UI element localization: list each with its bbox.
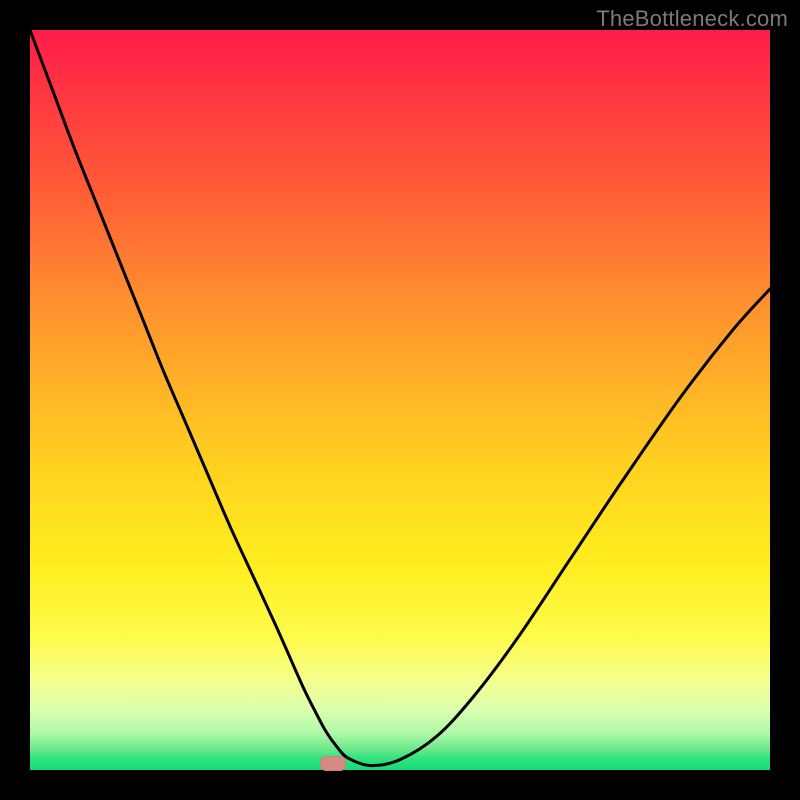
optimum-marker [320, 756, 346, 771]
watermark-text: TheBottleneck.com [596, 6, 788, 32]
curve-path [30, 30, 770, 766]
plot-area [30, 30, 770, 770]
bottleneck-curve [30, 30, 770, 770]
chart-frame: TheBottleneck.com [0, 0, 800, 800]
